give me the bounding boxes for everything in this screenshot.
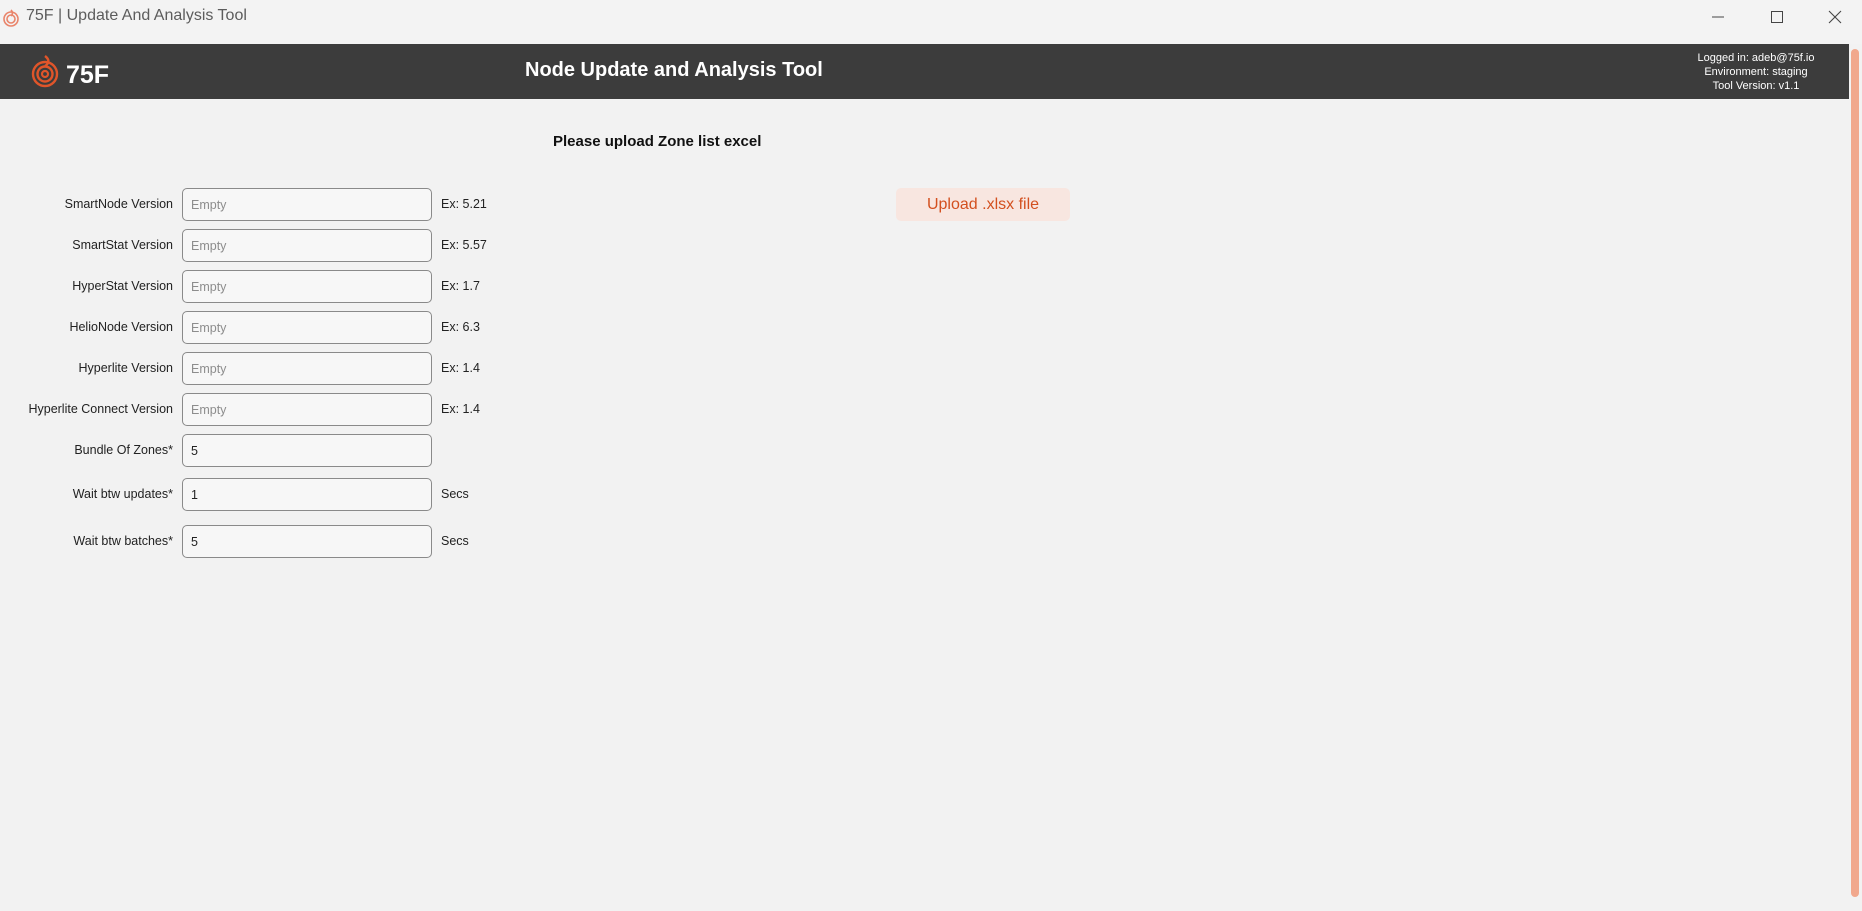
vertical-scrollbar[interactable] <box>1849 44 1862 911</box>
field-bundle-of-zones: Bundle Of Zones* <box>0 434 520 467</box>
minimize-icon <box>1712 16 1724 18</box>
hyperlite-connect-version-input[interactable] <box>182 393 432 426</box>
field-label: Hyperlite Connect Version <box>28 402 173 416</box>
75f-logo: 75F <box>31 55 109 89</box>
field-smartnode-version: SmartNode Version Ex: 5.21 <box>0 188 520 221</box>
smartstat-version-input[interactable] <box>182 229 432 262</box>
field-hint: Ex: 6.3 <box>441 320 480 334</box>
field-hint: Secs <box>441 487 469 501</box>
scrollbar-thumb[interactable] <box>1851 49 1859 897</box>
field-label: HelioNode Version <box>69 320 173 334</box>
field-label: Hyperlite Version <box>78 361 174 375</box>
field-label: HyperStat Version <box>72 279 173 293</box>
upload-xlsx-button[interactable]: Upload .xlsx file <box>896 188 1070 221</box>
app-header: 75F Node Update and Analysis Tool Logged… <box>0 44 1849 99</box>
field-label: SmartNode Version <box>64 197 173 211</box>
field-wait-btw-updates: Wait btw updates* Secs <box>0 478 520 511</box>
logo-text: 75F <box>66 61 109 89</box>
wait-btw-updates-input[interactable] <box>182 478 432 511</box>
maximize-icon <box>1771 11 1783 23</box>
hyperlite-version-input[interactable] <box>182 352 432 385</box>
field-hint: Secs <box>441 534 469 548</box>
field-smartstat-version: SmartStat Version Ex: 5.57 <box>0 229 520 262</box>
field-helionode-version: HelioNode Version Ex: 6.3 <box>0 311 520 344</box>
field-hint: Ex: 5.21 <box>441 197 487 211</box>
field-hint: Ex: 1.7 <box>441 279 480 293</box>
app-logo-icon <box>3 9 19 27</box>
field-label: Bundle Of Zones* <box>74 443 173 457</box>
close-button[interactable] <box>1807 2 1862 32</box>
field-hyperlite-connect-version: Hyperlite Connect Version Ex: 1.4 <box>0 393 520 426</box>
environment-text: Environment: staging <box>1704 66 1808 78</box>
field-hint: Ex: 1.4 <box>441 402 480 416</box>
wait-btw-batches-input[interactable] <box>182 525 432 558</box>
helionode-version-input[interactable] <box>182 311 432 344</box>
field-hyperlite-version: Hyperlite Version Ex: 1.4 <box>0 352 520 385</box>
window-title-bar: 75F | Update And Analysis Tool <box>0 0 1862 44</box>
bundle-of-zones-input[interactable] <box>182 434 432 467</box>
logged-in-text: Logged in: adeb@75f.io <box>1697 52 1815 64</box>
field-hint: Ex: 5.57 <box>441 238 487 252</box>
app-title: Node Update and Analysis Tool <box>525 59 823 81</box>
session-info: Logged in: adeb@75f.io Environment: stag… <box>1681 51 1831 93</box>
hyperstat-version-input[interactable] <box>182 270 432 303</box>
field-label: Wait btw updates* <box>72 487 173 501</box>
maximize-button[interactable] <box>1749 2 1805 32</box>
field-wait-btw-batches: Wait btw batches* Secs <box>0 525 520 558</box>
field-label: SmartStat Version <box>72 238 173 252</box>
tool-version-text: Tool Version: v1.1 <box>1712 80 1800 92</box>
smartnode-version-input[interactable] <box>182 188 432 221</box>
field-label: Wait btw batches* <box>73 534 173 548</box>
field-hint: Ex: 1.4 <box>441 361 480 375</box>
upload-heading: Please upload Zone list excel <box>553 133 762 150</box>
close-icon <box>1828 10 1842 24</box>
window-title: 75F | Update And Analysis Tool <box>26 7 247 24</box>
minimize-button[interactable] <box>1690 2 1746 32</box>
field-hyperstat-version: HyperStat Version Ex: 1.7 <box>0 270 520 303</box>
